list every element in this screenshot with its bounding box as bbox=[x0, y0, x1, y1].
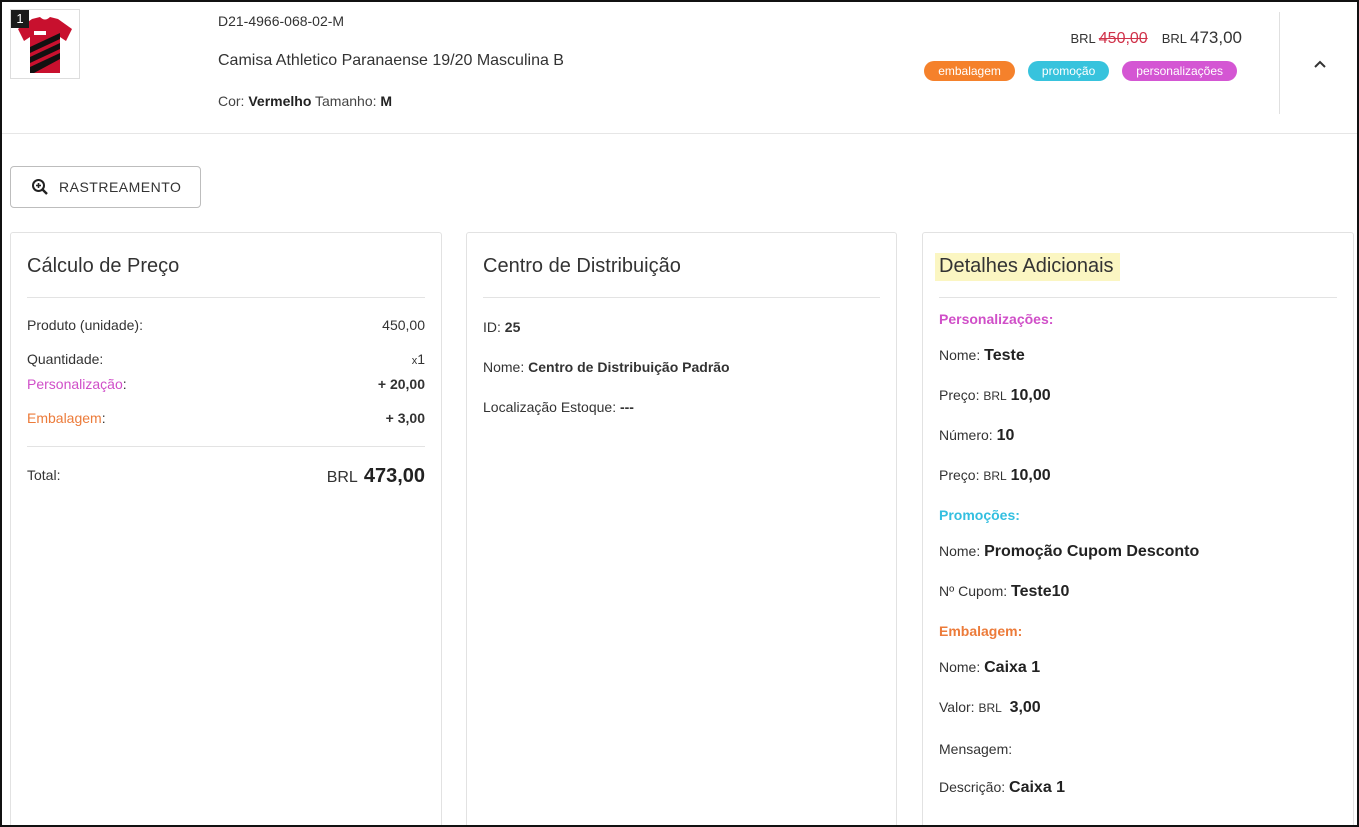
promo-name: Nome: Promoção Cupom Desconto bbox=[939, 543, 1200, 560]
color-value: Vermelho bbox=[248, 93, 312, 109]
tag-promocao: promoção bbox=[1027, 61, 1110, 81]
product-variant: Cor: Vermelho Tamanho: M bbox=[218, 93, 392, 109]
card-title: Detalhes Adicionais bbox=[935, 253, 1120, 281]
row-value: x1 bbox=[411, 351, 425, 367]
collapse-button[interactable] bbox=[1302, 46, 1338, 82]
customizations-header: Personalizações: bbox=[939, 311, 1054, 327]
color-label: Cor: bbox=[218, 93, 245, 109]
tag-list: embalagem promoção personalizações bbox=[924, 61, 1237, 81]
product-thumbnail[interactable]: 1 bbox=[10, 9, 80, 79]
promo-coupon: Nº Cupom: Teste10 bbox=[939, 583, 1070, 600]
row-label: Personalização: bbox=[27, 376, 127, 392]
total-row: Total: BRL 473,00 bbox=[27, 465, 425, 488]
pack-name: Nome: Caixa 1 bbox=[939, 659, 1041, 676]
custom-name: Nome: Teste bbox=[939, 347, 1025, 364]
distribution-card: Centro de Distribuição ID: 25 Nome: Cent… bbox=[466, 232, 897, 825]
tag-embalagem: embalagem bbox=[924, 61, 1015, 81]
dc-id: ID: 25 bbox=[483, 319, 521, 335]
total-value: BRL 473,00 bbox=[326, 465, 425, 487]
price-block: BRL 450,00 BRL 473,00 bbox=[1070, 28, 1242, 48]
card-title: Cálculo de Preço bbox=[27, 255, 180, 277]
zoom-in-icon bbox=[32, 179, 48, 195]
pack-value: Valor: BRL 3,00 bbox=[939, 699, 1041, 716]
order-item-panel: 1 D21-4966-068-02-M Camisa Athletico Par… bbox=[0, 0, 1359, 827]
additional-details-card: Detalhes Adicionais Personalizações: Nom… bbox=[922, 232, 1354, 825]
quantity-row: Quantidade: x1 bbox=[27, 351, 425, 367]
dc-stock-location: Localização Estoque: --- bbox=[483, 399, 634, 415]
packaging-row: Embalagem: + 3,00 bbox=[27, 410, 425, 426]
price-currency: BRL bbox=[1161, 31, 1187, 46]
price-calc-card: Cálculo de Preço Produto (unidade): 450,… bbox=[10, 232, 442, 825]
tracking-button[interactable]: RASTREAMENTO bbox=[10, 166, 201, 208]
pack-message: Mensagem: bbox=[939, 741, 1013, 757]
tag-personalizacoes: personalizações bbox=[1122, 61, 1237, 81]
tracking-label: RASTREAMENTO bbox=[59, 179, 182, 195]
divider bbox=[939, 297, 1337, 298]
product-row: 1 D21-4966-068-02-M Camisa Athletico Par… bbox=[2, 2, 1357, 134]
old-price: 450,00 bbox=[1098, 30, 1148, 47]
chevron-up-icon bbox=[1314, 60, 1326, 68]
divider bbox=[27, 446, 425, 447]
old-price-currency: BRL bbox=[1070, 31, 1096, 46]
card-title: Centro de Distribuição bbox=[483, 255, 681, 277]
custom-price-2: Preço: BRL 10,00 bbox=[939, 467, 1051, 484]
size-label: Tamanho: bbox=[315, 93, 377, 109]
customization-row: Personalização: + 20,00 bbox=[27, 376, 425, 392]
total-label: Total: bbox=[27, 467, 61, 483]
row-label: Embalagem: bbox=[27, 410, 106, 426]
item-index-badge: 1 bbox=[11, 10, 29, 28]
divider bbox=[27, 297, 425, 298]
row-label: Quantidade: bbox=[27, 351, 104, 367]
custom-number: Número: 10 bbox=[939, 427, 1015, 444]
row-label: Produto (unidade): bbox=[27, 317, 143, 333]
divider bbox=[1279, 12, 1280, 114]
row-value: + 20,00 bbox=[377, 376, 425, 392]
size-value: M bbox=[380, 93, 393, 109]
divider bbox=[483, 297, 880, 298]
product-unit-row: Produto (unidade): 450,00 bbox=[27, 317, 425, 333]
row-value: + 3,00 bbox=[385, 410, 425, 426]
pack-description: Descrição: Caixa 1 bbox=[939, 779, 1066, 796]
custom-price: Preço: BRL 10,00 bbox=[939, 387, 1051, 404]
current-price: 473,00 bbox=[1190, 28, 1242, 47]
packaging-header: Embalagem: bbox=[939, 623, 1023, 639]
promotions-header: Promoções: bbox=[939, 507, 1020, 523]
product-sku: D21-4966-068-02-M bbox=[218, 13, 345, 29]
row-value: 450,00 bbox=[382, 317, 425, 333]
dc-name: Nome: Centro de Distribuição Padrão bbox=[483, 359, 730, 375]
product-name: Camisa Athletico Paranaense 19/20 Mascul… bbox=[218, 52, 564, 69]
